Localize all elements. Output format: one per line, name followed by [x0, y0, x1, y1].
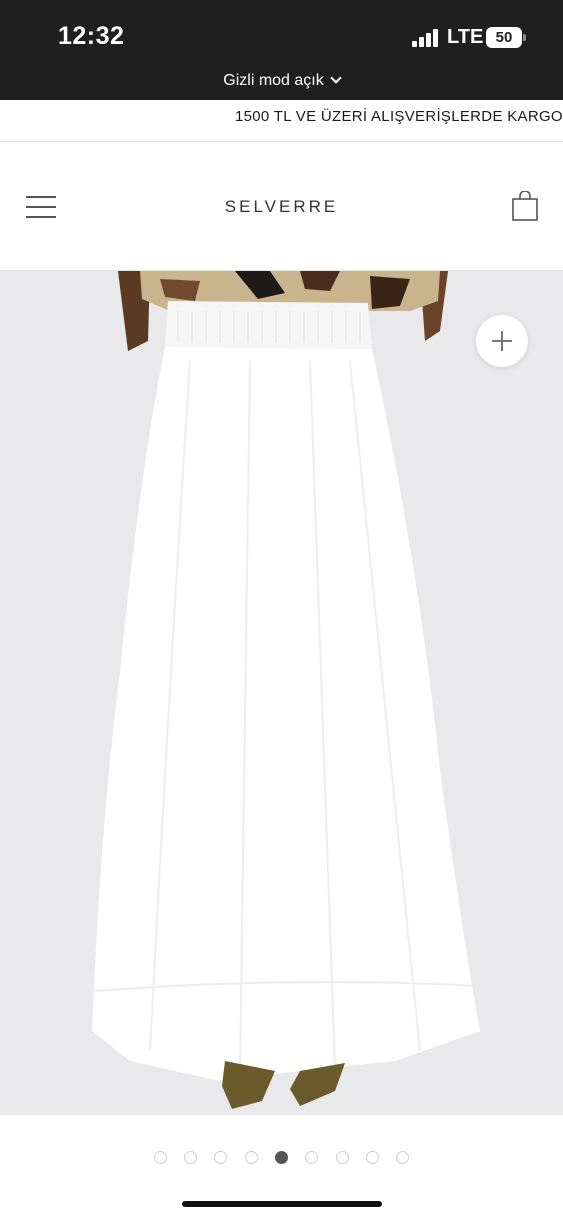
battery-icon: 50: [486, 27, 526, 48]
carousel-dot[interactable]: [184, 1151, 197, 1164]
carousel-dot[interactable]: [305, 1151, 318, 1164]
product-image[interactable]: [0, 271, 563, 1115]
signal-icon: [412, 29, 442, 47]
private-mode-label: Gizli mod açık: [223, 72, 324, 89]
home-indicator[interactable]: [182, 1201, 382, 1207]
status-time: 12:32: [58, 22, 125, 50]
carousel-dot[interactable]: [336, 1151, 349, 1164]
menu-icon[interactable]: [26, 196, 56, 218]
carousel-dot[interactable]: [214, 1151, 227, 1164]
announcement-text: 1500 TL VE ÜZERİ ALIŞVERİŞLERDE KARGO ÜC: [235, 108, 563, 125]
shopping-bag-icon[interactable]: [511, 190, 539, 221]
private-mode-indicator[interactable]: Gizli mod açık: [0, 72, 563, 90]
carousel-dot[interactable]: [154, 1151, 167, 1164]
brand-logo[interactable]: SELVERRE: [0, 197, 563, 217]
network-label: LTE: [447, 26, 484, 48]
carousel-dot[interactable]: [245, 1151, 258, 1164]
status-bar: 12:32 LTE 50 Gizli mod açık: [0, 0, 563, 100]
carousel-dot-active[interactable]: [275, 1151, 288, 1164]
battery-level: 50: [495, 29, 513, 46]
zoom-plus-button[interactable]: [476, 315, 528, 367]
carousel-dot[interactable]: [366, 1151, 379, 1164]
carousel-pagination: [0, 1151, 563, 1167]
site-header: SELVERRE: [0, 142, 563, 271]
chevron-down-icon: [330, 72, 342, 84]
product-photo: [0, 271, 563, 1115]
announcement-bar: 1500 TL VE ÜZERİ ALIŞVERİŞLERDE KARGO ÜC: [0, 100, 563, 142]
carousel-dot[interactable]: [396, 1151, 409, 1164]
